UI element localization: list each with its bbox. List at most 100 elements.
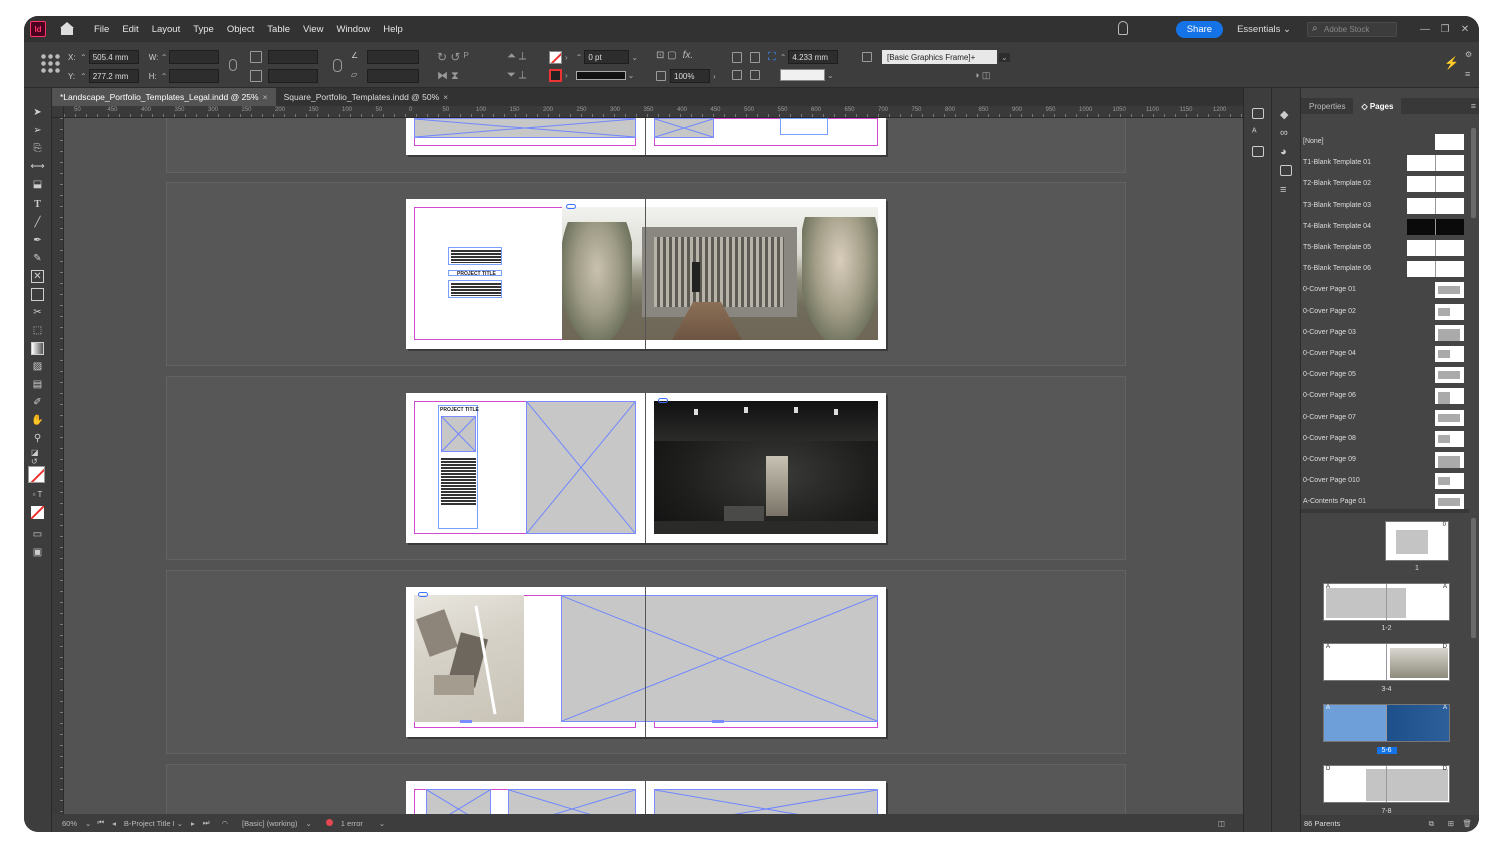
tab-properties[interactable]: Properties [1301, 98, 1353, 114]
panel-menu-icon[interactable]: ≡ [1471, 101, 1476, 111]
object-style-swatch[interactable] [780, 69, 825, 81]
w-field[interactable] [169, 50, 220, 64]
stroke-weight-stepper-icon[interactable]: ⌃ [576, 53, 583, 62]
last-page-icon[interactable]: ⏭ [203, 818, 210, 828]
object-style-arrow-icon[interactable]: ⌄ [827, 71, 834, 80]
h-field[interactable] [169, 69, 220, 83]
menu-view[interactable]: View [303, 24, 323, 35]
select-container-buttons[interactable]: ⏶ ⟂ [507, 50, 526, 63]
stroke-panel-icon[interactable] [1280, 165, 1292, 176]
image-placeholder[interactable] [414, 118, 636, 138]
parent-page-row[interactable]: 0-Cover Page 04 [1301, 343, 1469, 364]
content-collector-tool-icon[interactable]: ⬓ [31, 178, 44, 191]
lightbulb-icon[interactable] [1118, 21, 1128, 35]
image-placeholder[interactable] [441, 416, 476, 452]
frame-fitting-buttons[interactable]: ⊡ ▢ fx. [656, 50, 693, 61]
site-model-photo[interactable] [414, 595, 524, 722]
image-placeholder[interactable] [526, 401, 636, 534]
menu-type[interactable]: Type [193, 24, 214, 35]
parent-page-row[interactable]: T3-Blank Template 03 [1301, 195, 1469, 216]
reference-point-icon[interactable] [40, 53, 60, 73]
menu-file[interactable]: File [94, 24, 109, 35]
parent-page-row[interactable]: T5-Blank Template 05 [1301, 237, 1469, 258]
tab-close-icon[interactable]: × [263, 92, 268, 102]
pen-tool-icon[interactable]: ✒ [31, 234, 44, 247]
parent-page-thumbnail[interactable] [1407, 155, 1464, 172]
vertical-ruler[interactable] [52, 118, 64, 814]
linked-content-icon[interactable] [658, 398, 668, 403]
parent-page-thumbnail[interactable] [1435, 409, 1464, 426]
x-stepper-icon[interactable]: ⌃ [80, 53, 87, 62]
first-page-icon[interactable]: ⏮ [97, 818, 104, 828]
page-thumbnail[interactable]: AD [1323, 643, 1450, 681]
page-tool-icon[interactable]: ⎘ [31, 142, 44, 155]
type-tool-icon[interactable]: T [31, 198, 44, 211]
page-number-label[interactable]: 1-2 [1377, 625, 1397, 632]
zoom-dropdown-icon[interactable]: ⌄ [85, 819, 91, 828]
parent-page-thumbnail[interactable] [1435, 388, 1464, 405]
share-button[interactable]: Share [1175, 20, 1224, 38]
parent-page-thumbnail[interactable] [1435, 452, 1464, 468]
pencil-tool-icon[interactable]: ✎ [31, 252, 44, 265]
text-wrap-icon[interactable] [732, 51, 742, 63]
links-icon[interactable]: ∞ [1280, 127, 1292, 139]
zoom-level[interactable]: 60% [62, 819, 77, 828]
parent-page-thumbnail[interactable] [1407, 176, 1464, 193]
maximize-icon[interactable]: ❐ [1435, 24, 1455, 35]
rotation-field[interactable] [367, 50, 419, 64]
tab-square-portfolio[interactable]: Square_Portfolio_Templates.indd @ 50% × [276, 88, 457, 106]
tab-close-icon[interactable]: × [443, 92, 448, 102]
menu-object[interactable]: Object [227, 24, 254, 35]
page-number-label[interactable]: 5-6 [1376, 747, 1397, 754]
parent-page-thumbnail[interactable] [1407, 218, 1464, 235]
offset-stepper-icon[interactable]: ⌃ [780, 53, 787, 62]
parent-page-row[interactable]: 0-Cover Page 08 [1301, 428, 1469, 449]
default-fill-stroke-icon[interactable]: ◪ ↺ [31, 448, 44, 466]
image-placeholder[interactable] [508, 789, 636, 814]
zoom-tool-icon[interactable]: ⚲ [31, 432, 44, 445]
text-frame[interactable] [780, 118, 828, 135]
menu-window[interactable]: Window [336, 24, 370, 35]
parent-page-row[interactable]: T1-Blank Template 01 [1301, 152, 1469, 173]
new-page-icon[interactable]: ⊞ [1448, 819, 1454, 828]
note-tool-icon[interactable]: ▤ [31, 378, 44, 391]
ruler-origin[interactable] [52, 106, 64, 118]
parent-page-row[interactable]: T4-Blank Template 04 [1301, 216, 1469, 237]
normal-view-icon[interactable]: ▭ [31, 528, 44, 541]
constrain-proportions-icon[interactable] [229, 59, 237, 71]
delete-page-icon[interactable]: 🗑 [1462, 819, 1472, 828]
swatches-icon[interactable]: ◕ [1280, 146, 1292, 158]
parent-page-row[interactable]: 0-Cover Page 05 [1301, 364, 1469, 385]
rotate-buttons[interactable]: ↻ ↺ ᴾ [437, 50, 469, 64]
close-icon[interactable]: ✕ [1455, 24, 1475, 35]
parent-page-thumbnail[interactable] [1435, 494, 1464, 511]
view-options-icons[interactable]: ◑ ◫ [974, 70, 990, 81]
menu-edit[interactable]: Edit [122, 24, 138, 35]
flip-buttons[interactable]: ⧓ ⧗ [437, 69, 459, 83]
minimize-icon[interactable]: — [1415, 24, 1435, 35]
split-layout-icon[interactable]: ◫ [1218, 819, 1225, 828]
auto-fit-icon[interactable]: ⛶ [768, 51, 776, 64]
screen-mode-icon[interactable]: ▣ [31, 546, 44, 559]
page-number-label[interactable]: 3-4 [1377, 686, 1397, 693]
page-dropdown-icon[interactable]: ⌄ [177, 819, 183, 828]
parent-page-row[interactable]: T2-Blank Template 02 [1301, 173, 1469, 194]
text-frame[interactable] [448, 280, 502, 298]
parent-page-thumbnail[interactable] [1435, 473, 1464, 490]
tab-pages[interactable]: ◇ Pages [1353, 98, 1402, 114]
h-stepper-icon[interactable]: ⌃ [161, 72, 168, 81]
preflight-profile[interactable]: [Basic] (working) [242, 819, 297, 828]
scale-y-icon[interactable] [250, 70, 262, 82]
rotate-icon[interactable]: ∠ [351, 51, 363, 63]
parent-page-thumbnail[interactable] [1407, 261, 1464, 278]
menu-table[interactable]: Table [267, 24, 290, 35]
page-number-label[interactable]: 7-8 [1377, 808, 1397, 815]
text-column-frame[interactable]: PROJECT TITLE [438, 405, 479, 529]
page-thumbnail[interactable]: 0 [1385, 521, 1449, 561]
preflight-status[interactable]: 1 error [325, 818, 371, 828]
menu-layout[interactable]: Layout [152, 24, 181, 35]
select-content-buttons[interactable]: ⏷ ⟂ [507, 69, 526, 82]
align-icon[interactable] [750, 70, 760, 80]
selection-tool-icon[interactable]: ➤ [31, 106, 44, 119]
pasteboard[interactable]: PROJECT TITLE PROJECT TITLE [64, 118, 1243, 814]
